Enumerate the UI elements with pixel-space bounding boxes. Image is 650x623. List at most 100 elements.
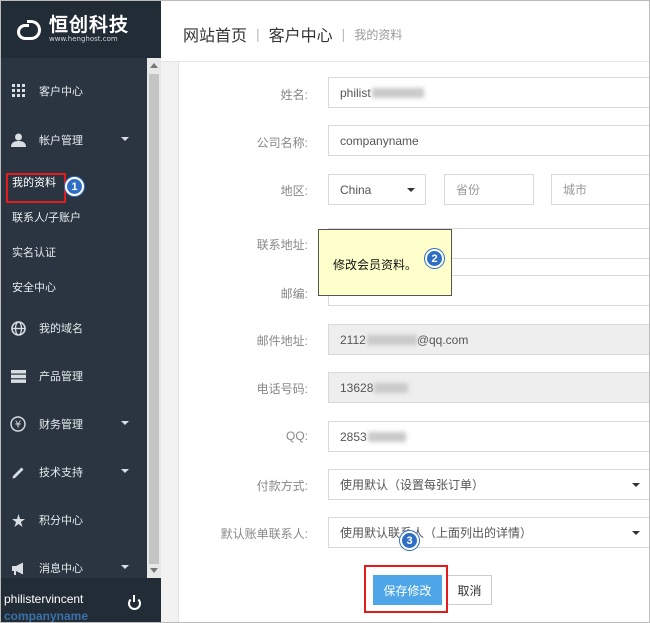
sidebar-item-label: 积分中心 xyxy=(39,515,83,527)
sidebar-item-label: 消息中心 xyxy=(39,563,83,575)
billing-contact-value: 使用默认联系人（上面列出的详情） xyxy=(340,526,533,540)
email-input[interactable]: 2112 @qq.com xyxy=(328,324,649,355)
yen-icon: ¥ xyxy=(9,415,27,433)
payment-value: 使用默认（设置每张订单） xyxy=(340,478,485,492)
chevron-down-icon xyxy=(121,565,129,569)
sidebar-item-label: 我的域名 xyxy=(39,323,83,335)
scroll-down-icon[interactable] xyxy=(150,568,158,573)
sidebar-item-domains[interactable]: 我的域名 xyxy=(1,304,147,352)
logo-icon xyxy=(17,18,43,42)
brand-name: 恒创科技 xyxy=(49,14,130,36)
sidebar-scrollbar[interactable] xyxy=(147,58,161,578)
scrollbar-thumb[interactable] xyxy=(149,74,159,564)
sidebar-subitem-verification[interactable]: 实名认证 xyxy=(1,234,147,269)
name-input[interactable]: philist xyxy=(328,77,649,108)
star-icon xyxy=(9,511,27,529)
email-prefix: 2112 xyxy=(340,332,366,347)
zip-label: 邮编: xyxy=(280,287,308,301)
city-placeholder: 城市 xyxy=(563,183,588,197)
scroll-up-icon[interactable] xyxy=(150,63,158,68)
sidebar-item-support[interactable]: 技术支持 xyxy=(1,448,147,496)
qq-input[interactable]: 2853 xyxy=(328,421,649,452)
user-company: companyname xyxy=(4,609,89,623)
grid-icon xyxy=(9,82,27,100)
sidebar-subitem-label: 实名认证 xyxy=(12,246,56,259)
brand-domain: www.henghost.com xyxy=(49,35,118,43)
sidebar-subitem-label: 联系人/子账户 xyxy=(12,211,82,224)
server-icon xyxy=(9,367,27,385)
country-select[interactable]: China xyxy=(328,174,426,205)
payment-select[interactable]: 使用默认（设置每张订单） xyxy=(328,469,649,500)
chevron-down-icon xyxy=(121,137,129,141)
breadcrumb: 网站首页 | 客户中心 | 我的资料 xyxy=(183,22,402,46)
billing-contact-label: 默认账单联系人: xyxy=(220,527,308,541)
step-badge-3: 3 xyxy=(400,531,419,550)
city-input[interactable]: 城市 xyxy=(551,174,649,205)
company-input[interactable]: companyname xyxy=(328,125,649,156)
tooltip-text: 修改会员资料。 xyxy=(333,258,418,272)
breadcrumb-customer-center[interactable]: 客户中心 xyxy=(269,22,333,46)
payment-label: 付款方式: xyxy=(256,479,308,493)
sidebar-menu: 客户中心 帐户管理 我的资料 联系人/子账户 实名认证 安全中心 我的域名 产品… xyxy=(1,65,147,592)
name-value: philist xyxy=(340,85,371,100)
breadcrumb-separator: | xyxy=(341,26,346,42)
chevron-down-icon xyxy=(121,469,129,473)
breadcrumb-separator: | xyxy=(256,26,260,42)
company-value: companyname xyxy=(340,133,419,148)
redacted-text xyxy=(371,87,424,98)
qq-label: QQ: xyxy=(285,429,308,443)
redacted-text xyxy=(367,431,406,442)
cancel-button[interactable]: 取消 xyxy=(447,575,492,605)
phone-input[interactable]: 13628 xyxy=(328,372,649,403)
redacted-text xyxy=(374,382,409,393)
logo[interactable]: 恒创科技 www.henghost.com xyxy=(1,1,161,58)
globe-icon xyxy=(9,319,27,337)
sidebar-item-products[interactable]: 产品管理 xyxy=(1,352,147,400)
logo-text: 恒创科技 www.henghost.com xyxy=(49,15,129,44)
power-icon[interactable] xyxy=(128,595,141,610)
province-input[interactable]: 省份 xyxy=(444,174,534,205)
sidebar-item-label: 帐户管理 xyxy=(39,135,83,147)
highlight-box-save xyxy=(364,565,448,613)
page-header: 网站首页 | 客户中心 | 我的资料 xyxy=(161,1,649,62)
name-label: 姓名: xyxy=(280,88,308,102)
province-placeholder: 省份 xyxy=(456,183,481,197)
chevron-down-icon xyxy=(632,483,640,487)
country-value: China xyxy=(340,182,372,197)
sidebar-item-label: 财务管理 xyxy=(39,419,83,431)
step-badge-2: 2 xyxy=(425,249,444,268)
address-label: 联系地址: xyxy=(256,238,308,252)
sidebar-subitem-security[interactable]: 安全中心 xyxy=(1,269,147,304)
highlight-box-my-profile xyxy=(6,173,66,203)
sidebar-item-customer-center[interactable]: 客户中心 xyxy=(1,65,147,116)
user-icon xyxy=(9,131,27,149)
email-suffix: @qq.com xyxy=(416,332,469,347)
chevron-down-icon xyxy=(632,531,640,535)
sidebar-item-label: 客户中心 xyxy=(39,85,83,98)
sidebar-item-points[interactable]: 积分中心 xyxy=(1,496,147,544)
breadcrumb-current: 我的资料 xyxy=(354,27,403,42)
content-divider xyxy=(161,62,179,622)
user-name: philistervincent xyxy=(4,592,84,606)
qq-value: 2853 xyxy=(340,429,367,444)
chevron-down-icon xyxy=(407,188,415,192)
sidebar-item-finance[interactable]: ¥ 财务管理 xyxy=(1,400,147,448)
region-label: 地区: xyxy=(280,184,308,198)
billing-contact-select[interactable]: 使用默认联系人（上面列出的详情） xyxy=(328,517,649,548)
sidebar-subitem-label: 安全中心 xyxy=(12,281,56,294)
svg-text:¥: ¥ xyxy=(15,420,21,431)
sidebar-subitem-contacts[interactable]: 联系人/子账户 xyxy=(1,199,147,234)
pencil-icon xyxy=(9,463,27,481)
breadcrumb-home[interactable]: 网站首页 xyxy=(183,22,247,46)
email-label: 邮件地址: xyxy=(256,334,308,348)
sidebar-item-account[interactable]: 帐户管理 xyxy=(1,116,147,164)
user-bar: philistervincent companyname xyxy=(1,578,161,623)
phone-value: 13628 xyxy=(340,380,374,395)
step-badge-1: 1 xyxy=(65,177,84,196)
redacted-text xyxy=(366,334,417,345)
megaphone-icon xyxy=(9,559,27,577)
sidebar: 恒创科技 www.henghost.com 客户中心 帐户管理 我的资料 联系人… xyxy=(1,1,161,623)
chevron-down-icon xyxy=(121,421,129,425)
app-frame: 恒创科技 www.henghost.com 客户中心 帐户管理 我的资料 联系人… xyxy=(0,0,650,623)
sidebar-item-label: 技术支持 xyxy=(39,467,83,479)
